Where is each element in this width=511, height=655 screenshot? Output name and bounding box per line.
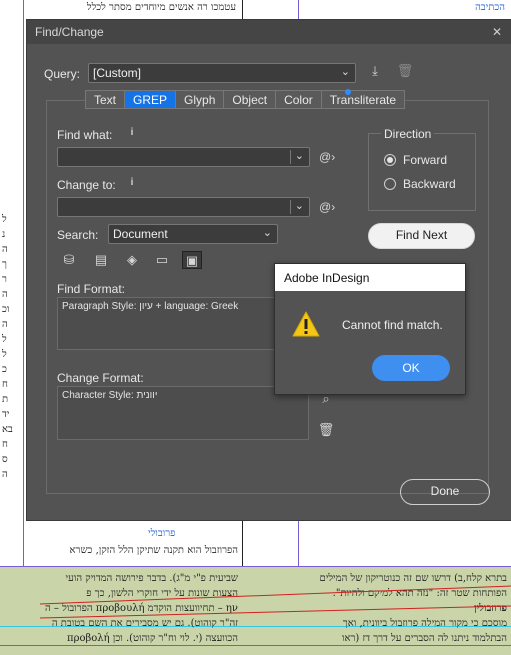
alert-title: Adobe InDesign [284,271,370,285]
backward-radio[interactable] [384,178,396,190]
find-what-input[interactable]: ⌄ [57,147,310,167]
find-format-box[interactable]: Paragraph Style: עיון + language: Greek [57,297,309,350]
close-icon[interactable]: ✕ [489,24,505,40]
text-line: הפרוזבול הוא תקנה שתיקן הלל הזקן, כשרא [69,545,238,556]
alert-title-bar[interactable]: Adobe InDesign [275,264,465,291]
include-locked-stories-icon[interactable]: ▤ [91,251,111,269]
chevron-down-icon[interactable]: ⌄ [295,149,304,162]
text-line: נ [2,229,6,240]
include-hidden-layers-icon[interactable]: ◈ [122,251,142,269]
margin-guide [23,0,24,655]
dialog-title: Find/Change [35,25,104,39]
text-line: הכתיבה [475,2,505,13]
text-line: כ [2,364,7,375]
tab-transliterate[interactable]: Transliterate [322,91,404,108]
delete-query-icon[interactable]: 🗑 [395,62,415,80]
find-format-value: Paragraph Style: עיון + language: Greek [62,301,239,312]
direction-label: Direction [381,127,435,141]
tab-object[interactable]: Object [224,91,277,108]
combo-separator [290,150,291,164]
text-line: פרובולי [148,528,176,539]
find-what-label: Find what: [57,128,113,142]
text-line: יד [2,409,10,420]
special-characters-icon[interactable]: @› [319,150,335,164]
search-scope-dropdown[interactable]: Document ⌄ [108,224,278,244]
text-line: ל [2,349,7,360]
text-line: ת [2,394,9,405]
dialog-title-bar[interactable]: Find/Change ✕ [27,20,511,44]
warning-icon [292,311,320,337]
tab-glyph[interactable]: Glyph [176,91,225,108]
ok-button[interactable]: OK [372,355,450,381]
text-line: ח [2,439,8,450]
find-next-button[interactable]: Find Next [368,223,475,249]
text-line: ה [2,469,8,480]
combo-separator [290,200,291,214]
query-dropdown[interactable]: [Custom] ⌄ [88,63,356,83]
text-line: ה [2,319,8,330]
query-value: [Custom] [93,66,142,80]
find-format-label: Find Format: [57,282,126,296]
chevron-down-icon: ⌄ [262,227,272,239]
text-line: וכ [2,304,10,315]
alert-message: Cannot find match. [342,318,443,332]
text-line: ה [2,289,8,300]
save-query-icon[interactable]: ⤓ [365,62,385,80]
info-icon[interactable]: i [126,127,138,139]
tab-color[interactable]: Color [276,91,322,108]
include-locked-layers-icon[interactable]: ⛁ [59,251,79,269]
clear-format-icon[interactable]: 🗑 [316,421,336,439]
change-format-box[interactable]: Character Style: יוונית [57,386,309,440]
text-line: ס [2,454,8,465]
forward-label[interactable]: Forward [403,153,447,167]
change-to-input[interactable]: ⌄ [57,197,310,217]
text-line: בא [2,424,13,435]
change-to-label: Change to: [57,178,116,192]
text-line: ל [2,334,7,345]
text-line: ל [2,214,7,225]
direction-group [368,133,476,211]
special-characters-icon[interactable]: @› [319,200,335,214]
text-line: ח [2,379,8,390]
search-scope-value: Document [113,227,168,241]
include-master-pages-icon[interactable]: ▭ [152,251,172,269]
text-thread-lines [39,585,511,619]
text-line: ה [2,244,8,255]
search-type-tabs: Text GREP Glyph Object Color Translitera… [85,90,406,109]
include-footnotes-icon[interactable]: ▣ [182,251,202,269]
text-line: ך [2,259,7,270]
chevron-down-icon[interactable]: ⌄ [295,199,304,212]
backward-label[interactable]: Backward [403,177,456,191]
chevron-down-icon: ⌄ [340,66,350,78]
tab-text[interactable]: Text [86,91,126,108]
forward-radio[interactable] [384,154,396,166]
change-format-value: Character Style: יוונית [62,390,158,401]
text-line: ר [2,274,7,285]
change-format-label: Change Format: [57,371,144,385]
done-button[interactable]: Done [400,479,490,505]
notification-dot [345,89,351,95]
info-icon[interactable]: i [126,177,138,189]
alert-dialog: Adobe InDesign Cannot find match. OK [274,263,466,395]
tab-grep[interactable]: GREP [125,91,177,108]
query-label: Query: [44,67,81,81]
text-line: עטמכו רה אנשים מיוחדים מסתר לכלל [86,2,236,13]
search-label: Search: [57,228,99,242]
